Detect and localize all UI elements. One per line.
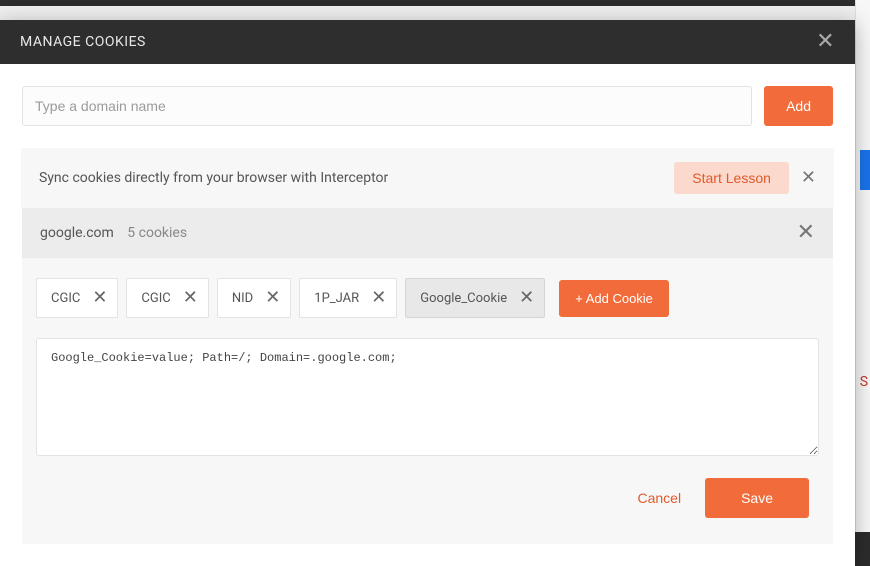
cookie-actions: Cancel Save — [36, 460, 819, 522]
cookie-chip-label: CGIC — [141, 291, 170, 306]
add-cookie-button[interactable]: + Add Cookie — [559, 280, 669, 317]
cookie-chip-label: Google_Cookie — [420, 291, 507, 306]
cookie-chip[interactable]: 1P_JAR ✕ — [299, 278, 397, 318]
backdrop-top-bar — [0, 0, 870, 6]
backdrop-right-panel — [855, 0, 870, 532]
close-icon[interactable]: ✕ — [816, 31, 835, 53]
lesson-banner-actions: Start Lesson ✕ — [674, 162, 816, 194]
cookie-count-label: 5 cookies — [127, 225, 187, 241]
cookie-chip[interactable]: CGIC ✕ — [36, 278, 118, 318]
save-button[interactable]: Save — [705, 478, 809, 518]
interceptor-lesson-banner: Sync cookies directly from your browser … — [21, 148, 834, 208]
cancel-button[interactable]: Cancel — [637, 490, 681, 506]
close-icon[interactable]: ✕ — [801, 169, 816, 187]
cookie-chip[interactable]: Google_Cookie ✕ — [405, 278, 545, 318]
modal-header: MANAGE COOKIES ✕ — [0, 20, 855, 64]
domain-name-label: google.com — [40, 225, 114, 241]
close-icon[interactable]: ✕ — [183, 289, 198, 307]
close-icon[interactable]: ✕ — [519, 289, 534, 307]
close-icon[interactable]: ✕ — [371, 289, 386, 307]
start-lesson-button[interactable]: Start Lesson — [674, 162, 789, 194]
add-domain-button[interactable]: Add — [764, 86, 833, 126]
cookie-chip-label: NID — [232, 291, 253, 306]
modal-title: MANAGE COOKIES — [20, 34, 146, 50]
domain-header: google.com 5 cookies ✕ — [22, 208, 833, 258]
cookie-value-textarea[interactable] — [36, 338, 819, 456]
cookie-chip-label: 1P_JAR — [314, 291, 359, 306]
cookie-chip[interactable]: CGIC ✕ — [126, 278, 208, 318]
manage-cookies-modal: MANAGE COOKIES ✕ Add Sync cookies direct… — [0, 20, 855, 566]
cookie-chip-list: CGIC ✕ CGIC ✕ NID ✕ 1P_JAR ✕ Google_Cookie ✕ + Add… — [36, 278, 819, 318]
modal-body: Add Sync cookies directly from your brow… — [0, 64, 855, 566]
cookie-chip[interactable]: NID ✕ — [217, 278, 291, 318]
close-icon[interactable]: ✕ — [265, 289, 280, 307]
domain-name-input[interactable] — [22, 86, 752, 126]
close-icon[interactable]: ✕ — [92, 289, 107, 307]
cookie-chip-label: CGIC — [51, 291, 80, 306]
backdrop-blue-accent — [860, 150, 870, 190]
domain-add-row: Add — [22, 86, 833, 126]
domain-header-left: google.com 5 cookies — [40, 225, 187, 241]
cookies-area: CGIC ✕ CGIC ✕ NID ✕ 1P_JAR ✕ Google_Cookie ✕ + Add… — [22, 258, 833, 544]
backdrop-letter: S — [860, 374, 868, 390]
lesson-text: Sync cookies directly from your browser … — [39, 170, 388, 186]
close-icon[interactable]: ✕ — [797, 222, 815, 244]
